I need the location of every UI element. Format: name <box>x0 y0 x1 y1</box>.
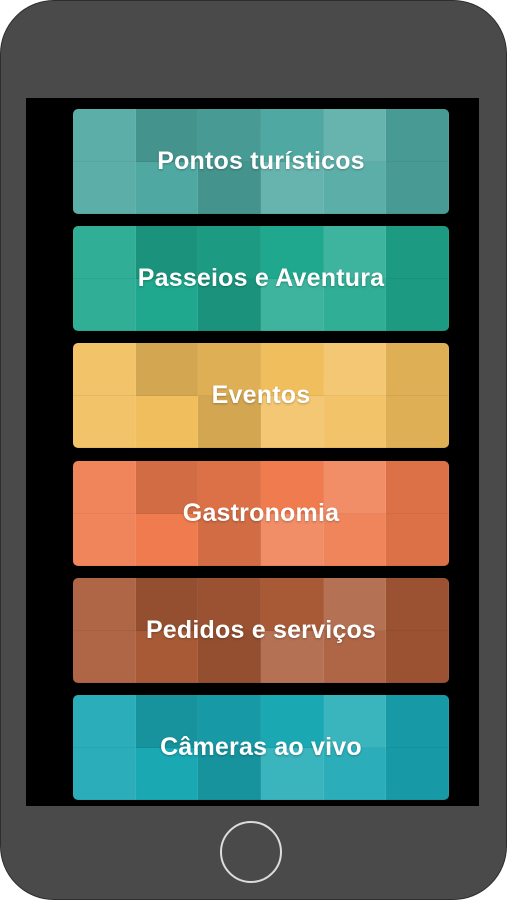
menu-button-passeios-aventura[interactable]: Passeios e Aventura <box>73 226 449 331</box>
home-button[interactable] <box>220 821 282 883</box>
menu-button-gastronomia[interactable]: Gastronomia <box>73 461 449 566</box>
menu-button-label: Pontos turísticos <box>157 147 365 175</box>
menu-button-pedidos-servicos[interactable]: Pedidos e serviços <box>73 578 449 683</box>
menu-button-label: Câmeras ao vivo <box>160 733 362 761</box>
menu-button-eventos[interactable]: Eventos <box>73 343 449 448</box>
menu-button-label: Gastronomia <box>182 499 340 527</box>
menu-button-label: Passeios e Aventura <box>137 264 385 292</box>
app-screen: Pontos turísticos Passeios e Aventura Ev… <box>26 98 479 806</box>
menu-button-label: Pedidos e serviços <box>145 616 377 644</box>
menu-button-label: Eventos <box>211 381 311 409</box>
menu-button-cameras-ao-vivo[interactable]: Câmeras ao vivo <box>73 695 449 800</box>
menu-button-pontos-turisticos[interactable]: Pontos turísticos <box>73 109 449 214</box>
phone-frame: Pontos turísticos Passeios e Aventura Ev… <box>0 0 507 900</box>
